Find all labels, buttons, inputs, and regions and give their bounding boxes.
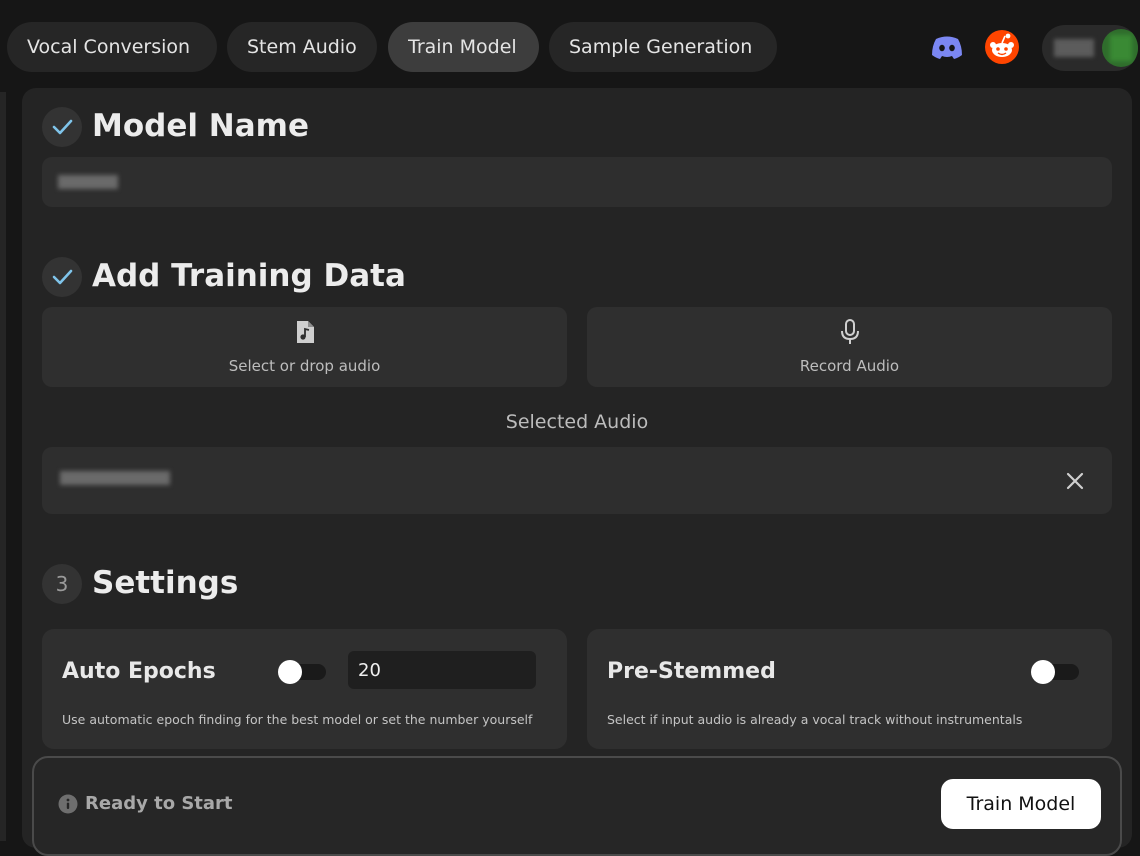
train-model-panel: Model Name Add Training Data Select or d… xyxy=(22,88,1132,848)
select-drop-audio-button[interactable]: Select or drop audio xyxy=(42,307,567,387)
settings-heading: Settings xyxy=(92,565,239,601)
reddit-icon[interactable] xyxy=(983,28,1021,66)
step-2-complete-indicator xyxy=(42,257,82,297)
info-icon xyxy=(58,794,78,814)
model-name-redacted-value xyxy=(58,175,118,189)
selected-audio-item xyxy=(42,447,1112,514)
tab-sample-generation[interactable]: Sample Generation xyxy=(549,22,777,72)
pre-stemmed-card: Pre-Stemmed Select if input audio is alr… xyxy=(587,629,1112,749)
tab-train-model[interactable]: Train Model xyxy=(388,22,539,72)
auto-epochs-toggle[interactable] xyxy=(278,660,326,684)
auto-epochs-card: Auto Epochs Use automatic epoch finding … xyxy=(42,629,567,749)
auto-epochs-title: Auto Epochs xyxy=(62,659,216,684)
tab-label: Stem Audio xyxy=(247,36,357,58)
discord-icon[interactable] xyxy=(928,28,966,66)
select-drop-audio-label: Select or drop audio xyxy=(228,357,381,375)
selected-audio-filename-redacted xyxy=(60,471,170,485)
record-audio-label: Record Audio xyxy=(799,357,900,375)
top-navigation: Vocal Conversion Stem Audio Train Model … xyxy=(0,0,1140,88)
username-redacted xyxy=(1054,39,1094,57)
toggle-knob xyxy=(1031,660,1055,684)
auto-epochs-description: Use automatic epoch finding for the best… xyxy=(62,712,533,727)
train-action-bar: Ready to Start Train Model xyxy=(32,756,1122,856)
step-3-indicator: 3 xyxy=(42,564,82,604)
pre-stemmed-toggle[interactable] xyxy=(1031,660,1079,684)
train-model-button[interactable]: Train Model xyxy=(941,779,1101,829)
step-1-complete-indicator xyxy=(42,107,82,147)
checkmark-icon xyxy=(52,269,73,285)
tab-vocal-conversion[interactable]: Vocal Conversion xyxy=(7,22,217,72)
toggle-knob xyxy=(278,660,302,684)
checkmark-icon xyxy=(52,119,73,135)
user-profile-button[interactable] xyxy=(1042,25,1138,71)
microphone-icon xyxy=(840,319,859,344)
avatar-detail xyxy=(1110,35,1132,61)
tab-label: Sample Generation xyxy=(569,36,753,58)
model-name-heading: Model Name xyxy=(92,108,309,144)
sidebar-edge xyxy=(0,92,6,841)
add-training-data-heading: Add Training Data xyxy=(92,258,406,294)
tab-label: Vocal Conversion xyxy=(27,36,191,58)
tab-label: Train Model xyxy=(408,36,517,58)
epochs-input[interactable] xyxy=(348,651,536,689)
step-number: 3 xyxy=(55,572,69,596)
tab-stem-audio[interactable]: Stem Audio xyxy=(227,22,377,72)
close-icon[interactable] xyxy=(1064,470,1086,492)
pre-stemmed-description: Select if input audio is already a vocal… xyxy=(607,712,1023,727)
pre-stemmed-title: Pre-Stemmed xyxy=(607,659,776,684)
record-audio-button[interactable]: Record Audio xyxy=(587,307,1112,387)
model-name-input[interactable] xyxy=(42,157,1112,207)
selected-audio-heading: Selected Audio xyxy=(505,411,649,433)
music-file-icon xyxy=(296,321,314,343)
training-status-text: Ready to Start xyxy=(85,793,233,814)
